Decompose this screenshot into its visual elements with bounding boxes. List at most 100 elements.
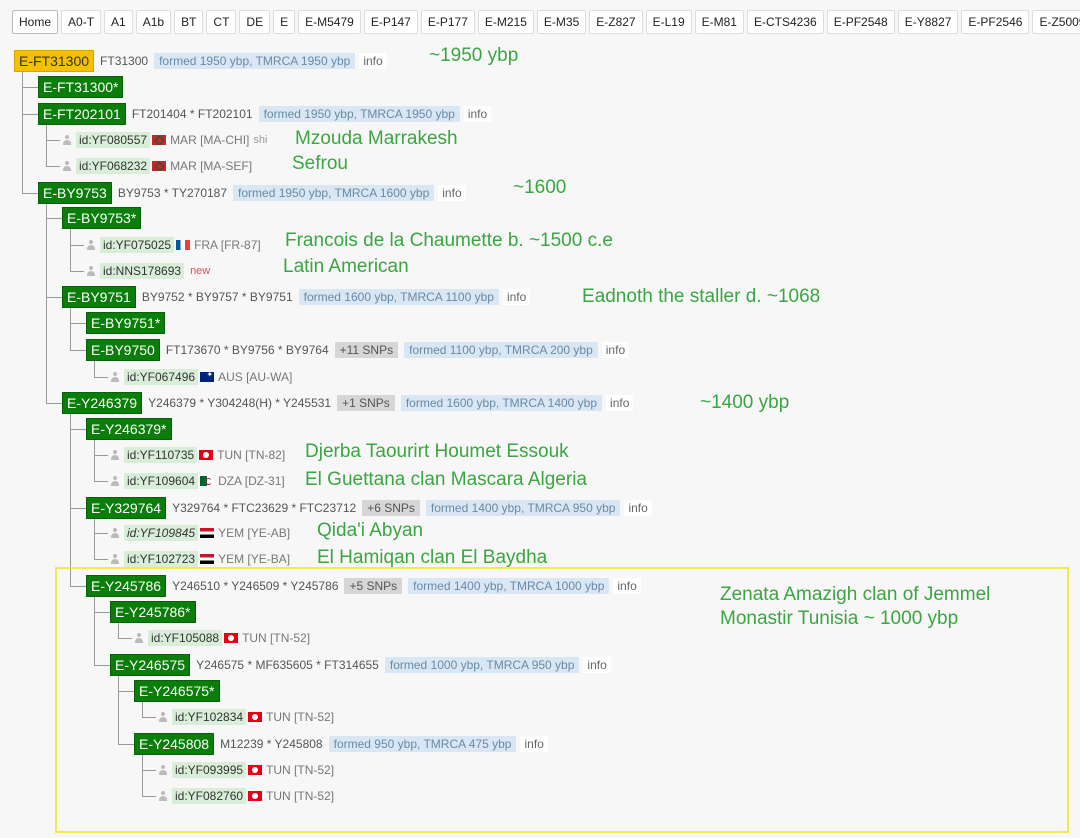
country-code: DZA [DZ-31] xyxy=(218,474,285,488)
info-link[interactable]: info xyxy=(601,342,630,358)
info-link[interactable]: info xyxy=(624,500,652,516)
person-icon xyxy=(110,476,120,486)
tab-e-pf2548[interactable]: E-PF2548 xyxy=(826,10,895,34)
clade-badge[interactable]: E-BY9753* xyxy=(62,207,142,229)
clade-row-y246575-star: E-Y246575* xyxy=(134,680,226,702)
clade-badge[interactable]: E-BY9751 xyxy=(62,286,136,308)
sample-id[interactable]: id:YF068232 xyxy=(76,158,151,174)
info-link[interactable]: info xyxy=(438,185,466,201)
tab-e-l19[interactable]: E-L19 xyxy=(645,10,692,34)
annotation-chaumette: Francois de la Chaumette b. ~1500 c.e xyxy=(285,230,613,251)
tunisia-flag-icon xyxy=(199,450,214,460)
person-icon xyxy=(110,554,120,564)
australia-flag-icon xyxy=(200,372,215,382)
clade-badge[interactable]: E-Y246575* xyxy=(134,680,220,702)
clade-row-y245786: E-Y245786 Y246510 * Y246509 * Y245786 +5… xyxy=(86,575,641,597)
snp-count[interactable]: +5 SNPs xyxy=(344,578,403,594)
tab-bt[interactable]: BT xyxy=(174,10,204,34)
tab-e-y8827[interactable]: E-Y8827 xyxy=(897,10,959,34)
tunisia-flag-icon xyxy=(248,712,263,722)
annotation-marrakesh: Mzouda Marrakesh xyxy=(295,128,458,149)
tab-e-z5009[interactable]: E-Z5009 xyxy=(1032,10,1080,34)
tab-e-p177[interactable]: E-P177 xyxy=(420,10,475,34)
sample-row: id:YF102723 YEM [YE-BA] xyxy=(110,549,294,569)
tab-e-m81[interactable]: E-M81 xyxy=(694,10,744,34)
clade-badge[interactable]: E-FT31300 xyxy=(14,50,95,72)
tab-ct[interactable]: CT xyxy=(206,10,237,34)
info-link[interactable]: info xyxy=(463,106,492,122)
clade-badge[interactable]: E-Y246575 xyxy=(110,654,191,676)
formed-label: formed 1950 ybp, TMRCA 1950 ybp xyxy=(258,106,460,122)
country-code: TUN [TN-52] xyxy=(266,710,335,724)
country-code: TUN [TN-52] xyxy=(266,763,335,777)
clade-badge[interactable]: E-Y246379 xyxy=(62,392,143,414)
formed-label: formed 1600 ybp, TMRCA 1100 ybp xyxy=(298,289,499,305)
info-link[interactable]: info xyxy=(606,395,634,411)
formed-label: formed 1400 ybp, TMRCA 1000 ybp xyxy=(408,578,610,594)
tab-e-pf2546[interactable]: E-PF2546 xyxy=(961,10,1030,34)
clade-badge[interactable]: E-BY9753 xyxy=(38,182,112,204)
sample-row: id:NNS178693 new xyxy=(86,261,210,281)
annotation-eadnoth: Eadnoth the staller d. ~1068 xyxy=(582,286,821,307)
clade-row-y246575: E-Y246575 Y246575 * MF635605 * FT314655 … xyxy=(110,654,611,676)
annotation-zenata-line2: Monastir Tunisia ~ 1000 ybp xyxy=(720,608,959,629)
annotation-qida: Qida'i Abyan xyxy=(317,520,424,541)
sample-id[interactable]: id:YF067496 xyxy=(124,369,199,385)
annotation-hamiqan: El Hamiqan clan El Baydha xyxy=(317,547,548,568)
clade-badge[interactable]: E-FT202101 xyxy=(38,103,126,125)
country-code: FRA [FR-87] xyxy=(194,238,261,252)
clade-badge[interactable]: E-Y245786 xyxy=(86,575,167,597)
sample-row: id:YF105088 TUN [TN-52] xyxy=(134,628,314,648)
snp-count[interactable]: +6 SNPs xyxy=(362,500,420,516)
clade-badge[interactable]: E-Y329764 xyxy=(86,497,167,519)
sample-id[interactable]: id:YF093995 xyxy=(172,762,247,778)
tab-e-m215[interactable]: E-M215 xyxy=(477,10,534,34)
tab-home[interactable]: Home xyxy=(12,10,59,34)
sample-id[interactable]: id:YF102834 xyxy=(172,709,247,725)
tab-e[interactable]: E xyxy=(273,10,296,34)
clade-badge[interactable]: E-BY9751* xyxy=(86,312,166,334)
tab-e-m35[interactable]: E-M35 xyxy=(536,10,587,34)
clade-badge[interactable]: E-Y245808 xyxy=(134,733,215,755)
morocco-flag-icon xyxy=(152,161,167,171)
sample-id[interactable]: id:YF109845 xyxy=(124,525,199,541)
tunisia-flag-icon xyxy=(224,633,239,643)
tunisia-flag-icon xyxy=(248,791,263,801)
info-link[interactable]: info xyxy=(359,53,387,69)
new-badge: new xyxy=(190,265,211,277)
sample-id[interactable]: id:YF080557 xyxy=(76,132,151,148)
clade-badge[interactable]: E-Y245786* xyxy=(110,601,196,623)
tab-e-m5479[interactable]: E-M5479 xyxy=(298,10,361,34)
tab-e-cts4236[interactable]: E-CTS4236 xyxy=(746,10,824,34)
sample-id[interactable]: id:YF075025 xyxy=(100,237,175,253)
snp-count[interactable]: +1 SNPs xyxy=(337,395,395,411)
snp-count[interactable]: +11 SNPs xyxy=(334,342,399,358)
tab-a1b[interactable]: A1b xyxy=(135,10,172,34)
clade-row-by9753-star: E-BY9753* xyxy=(62,207,147,229)
tab-e-z827[interactable]: E-Z827 xyxy=(589,10,643,34)
sample-id[interactable]: id:YF105088 xyxy=(148,630,223,646)
info-link[interactable]: info xyxy=(583,657,611,673)
tab-a0-t[interactable]: A0-T xyxy=(61,10,102,34)
sample-id[interactable]: id:YF110735 xyxy=(124,447,198,463)
country-code: MAR [MA-SEF] xyxy=(170,159,253,173)
tab-e-p147[interactable]: E-P147 xyxy=(363,10,418,34)
sample-id[interactable]: id:YF082760 xyxy=(172,788,247,804)
info-link[interactable]: info xyxy=(613,578,641,594)
sample-id[interactable]: id:YF102723 xyxy=(124,551,199,567)
person-icon xyxy=(158,765,168,775)
sample-note: shi xyxy=(253,134,268,146)
clade-badge[interactable]: E-Y246379* xyxy=(86,418,172,440)
clade-badge[interactable]: E-FT31300* xyxy=(38,76,124,98)
tab-de[interactable]: DE xyxy=(239,10,271,34)
info-link[interactable]: info xyxy=(520,736,548,752)
sample-row: id:YF110735 TUN [TN-82] xyxy=(110,445,289,465)
tab-a1[interactable]: A1 xyxy=(104,10,133,34)
info-link[interactable]: info xyxy=(502,289,531,305)
sample-id[interactable]: id:NNS178693 xyxy=(100,263,185,279)
person-icon xyxy=(62,135,72,145)
person-icon xyxy=(86,266,96,276)
sample-id[interactable]: id:YF109604 xyxy=(124,473,199,489)
clade-badge[interactable]: E-BY9750 xyxy=(86,339,160,361)
yemen-flag-icon xyxy=(200,528,215,538)
